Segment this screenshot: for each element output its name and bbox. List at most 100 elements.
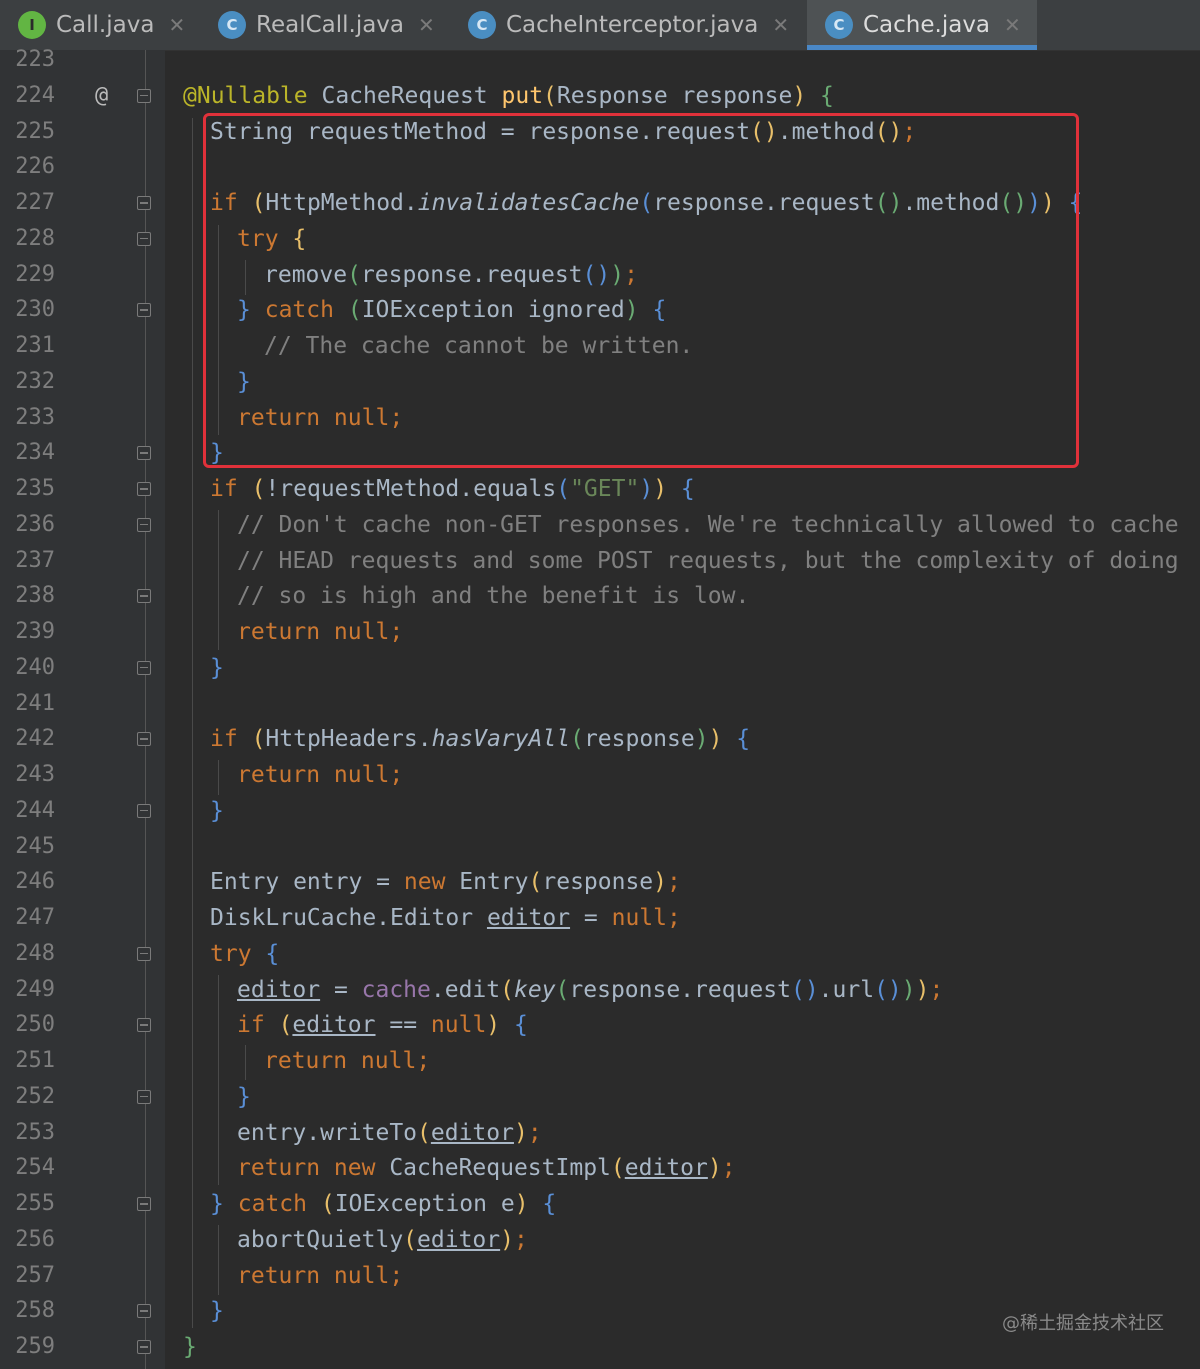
line-number: 243 [15, 762, 55, 787]
line-number: 234 [15, 440, 55, 466]
line-number: 224 [15, 82, 55, 108]
close-icon[interactable]: ✕ [772, 13, 789, 37]
line-number: 227 [15, 190, 55, 215]
indent-guide [218, 510, 219, 650]
line-number: 255 [15, 1191, 55, 1216]
code-line[interactable]: entry.writeTo(editor); [237, 1115, 542, 1151]
line-number: 259 [15, 1334, 55, 1359]
code-line[interactable]: if (editor == null) { [237, 1007, 528, 1043]
tab-label: RealCall.java [256, 12, 405, 38]
tab-realcall-java[interactable]: C RealCall.java ✕ [200, 0, 450, 50]
tab-cacheinterceptor-java[interactable]: C CacheInterceptor.java ✕ [450, 0, 807, 50]
tab-label: Call.java [56, 12, 155, 38]
fold-toggle-icon[interactable] [137, 1340, 151, 1354]
code-line[interactable]: } [210, 1293, 224, 1329]
line-number: 245 [15, 833, 55, 859]
fold-toggle-icon[interactable] [137, 303, 151, 318]
gutter-separator [145, 50, 146, 1369]
line-number: 256 [15, 1226, 55, 1252]
line-number: 238 [15, 583, 55, 609]
code-line[interactable]: return null; [264, 1043, 430, 1079]
watermark: @稀土掘金技术社区 [1002, 1313, 1164, 1334]
code-line[interactable]: return null; [237, 614, 403, 650]
line-number: 251 [15, 1048, 55, 1073]
code-line[interactable]: abortQuietly(editor); [237, 1222, 528, 1258]
editor-tab-bar: I Call.java ✕ C RealCall.java ✕ C CacheI… [0, 0, 1200, 51]
line-number: 229 [15, 261, 55, 287]
line-number: 228 [15, 225, 55, 251]
line-number: 236 [15, 511, 55, 537]
fold-toggle-icon[interactable] [137, 1304, 151, 1319]
code-line[interactable]: if (!requestMethod.equals("GET")) { [210, 471, 695, 507]
fold-toggle-icon[interactable] [137, 1197, 151, 1211]
code-line[interactable]: // Don't cache non-GET responses. We're … [237, 507, 1179, 543]
fold-toggle-icon[interactable] [137, 589, 151, 604]
code-line[interactable]: return new CacheRequestImpl(editor); [237, 1150, 736, 1186]
line-number: 231 [15, 333, 55, 358]
line-number: 247 [15, 905, 55, 930]
line-number: 226 [15, 154, 55, 180]
interface-icon: I [18, 11, 46, 39]
code-line[interactable]: Entry entry = new Entry(response); [210, 864, 681, 900]
code-line[interactable]: return null; [237, 1258, 403, 1294]
class-icon: C [468, 11, 496, 39]
code-line[interactable]: // HEAD requests and some POST requests,… [237, 543, 1179, 579]
fold-toggle-icon[interactable] [137, 1018, 151, 1033]
tab-label: Cache.java [863, 12, 991, 38]
code-line[interactable]: } [210, 650, 224, 686]
code-line[interactable]: } [210, 793, 224, 829]
fold-toggle-icon[interactable] [137, 1089, 151, 1104]
fold-toggle-icon[interactable] [137, 803, 151, 818]
fold-toggle-icon[interactable] [137, 196, 151, 210]
line-number: 233 [15, 404, 55, 430]
line-number: 257 [15, 1262, 55, 1288]
override-gutter-icon[interactable]: @ [95, 83, 108, 108]
fold-toggle-icon[interactable] [137, 517, 151, 532]
fold-toggle-icon[interactable] [137, 482, 151, 496]
code-line[interactable]: } [237, 1079, 251, 1115]
fold-toggle-icon[interactable] [137, 446, 151, 461]
close-icon[interactable]: ✕ [418, 13, 435, 37]
code-line[interactable]: @Nullable CacheRequest put(Response resp… [183, 78, 834, 114]
indent-guide [218, 975, 219, 1185]
class-icon: C [218, 11, 246, 39]
code-line[interactable]: } [183, 1329, 197, 1365]
line-number: 241 [15, 690, 55, 716]
fold-toggle-icon[interactable] [137, 946, 151, 961]
tab-label: CacheInterceptor.java [506, 12, 759, 38]
fold-toggle-icon[interactable] [137, 231, 151, 246]
line-number: 239 [15, 619, 55, 644]
line-number: 250 [15, 1012, 55, 1038]
fold-toggle-icon[interactable] [137, 732, 151, 747]
line-number: 253 [15, 1119, 55, 1145]
tab-cache-java[interactable]: C Cache.java ✕ [807, 0, 1037, 50]
highlight-annotation-box [203, 113, 1079, 468]
line-number: 246 [15, 869, 55, 895]
close-icon[interactable]: ✕ [168, 13, 185, 37]
line-number: 254 [15, 1155, 55, 1181]
line-number: 252 [15, 1083, 55, 1109]
line-number: 237 [15, 547, 55, 573]
fold-toggle-icon[interactable] [137, 88, 151, 103]
indent-guide [218, 1225, 219, 1295]
code-line[interactable]: return null; [237, 757, 403, 793]
line-number: 223 [15, 47, 55, 72]
indent-guide [192, 118, 193, 1328]
class-icon: C [825, 11, 853, 39]
fold-toggle-icon[interactable] [137, 660, 151, 675]
code-line[interactable]: } catch (IOException e) { [210, 1186, 556, 1222]
indent-guide [218, 760, 219, 795]
line-number: 249 [15, 976, 55, 1002]
close-icon[interactable]: ✕ [1004, 13, 1021, 37]
indent-guide [245, 1045, 246, 1080]
line-number: 235 [15, 476, 55, 501]
code-line[interactable]: DiskLruCache.Editor editor = null; [210, 900, 681, 936]
code-line[interactable]: if (HttpHeaders.hasVaryAll(response)) { [210, 721, 750, 757]
code-line[interactable]: try { [210, 936, 279, 972]
line-number: 242 [15, 726, 55, 752]
code-line[interactable]: editor = cache.edit(key(response.request… [237, 972, 943, 1008]
code-line[interactable]: // so is high and the benefit is low. [237, 578, 749, 614]
line-number: 258 [15, 1298, 55, 1324]
line-number: 244 [15, 797, 55, 823]
line-number: 240 [15, 654, 55, 680]
